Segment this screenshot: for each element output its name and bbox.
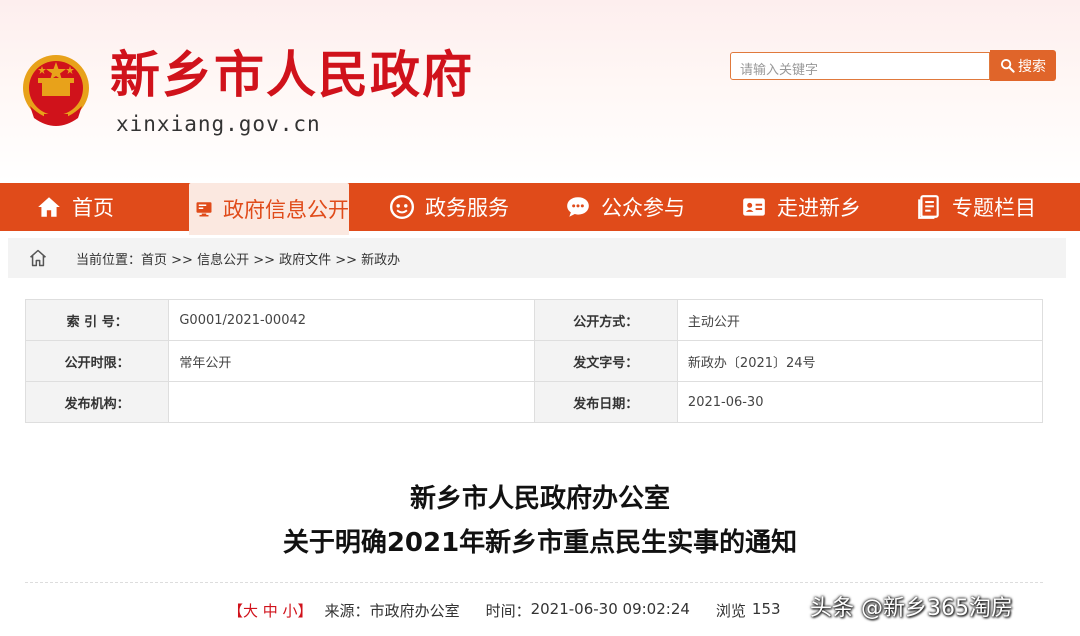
search-icon [1000,58,1015,73]
site-domain: xinxiang.gov.cn [116,112,321,136]
views-label: 浏览 [715,602,746,620]
nav-item-label: 政府信息公开 [223,198,349,222]
document-info-table: 索 引 号： G0001/2021-00042 公开方式： 主动公开 公开时限：… [24,299,1044,423]
home-icon [38,197,60,217]
chat-icon [567,197,589,217]
info-key: 发文字号： [533,340,678,382]
time-label: 时间： [485,602,531,620]
main-nav: 首页 政府信息公开 政务服务 公众参与 走进新乡 专题栏目 [0,183,1080,235]
watermark: 头条 @新乡365淘房 [810,596,1013,621]
info-key: 发布日期： [533,381,678,423]
breadcrumb-trail[interactable]: 首页 >> 信息公开 >> 政府文件 >> 新政办 [141,249,400,268]
source-value: 市政府办公室 [369,602,460,620]
info-value: G0001/2021-00042 [168,299,535,341]
breadcrumb-prefix: 当前位置： [76,252,142,268]
nav-item-gov-info[interactable]: 政府信息公开 [189,183,349,235]
info-value: 新政办〔2021〕24号 [676,340,1044,382]
info-key: 公开时限： [24,340,170,382]
nav-item-participation[interactable]: 公众参与 [565,183,685,231]
article-title-line2: 关于明确2021年新乡市重点民生实事的通知 [282,528,798,558]
divider [25,582,1043,583]
font-size-switch[interactable]: 【大 中 小】 [228,600,313,621]
info-value: 2021-06-30 [676,381,1044,423]
table-row: 发布机构： 发布日期： 2021-06-30 [24,381,1044,423]
site-header: 新乡市人民政府 xinxiang.gov.cn 请输入关键字 搜索 [0,0,1080,182]
info-value: 主动公开 [676,299,1044,341]
home-outline-icon[interactable] [28,248,48,268]
card-icon [743,198,765,216]
nav-item-topics[interactable]: 专题栏目 [916,183,1036,231]
table-row: 公开时限： 常年公开 发文字号： 新政办〔2021〕24号 [24,340,1044,382]
article-title-line1: 新乡市人民政府办公室 [409,484,670,514]
nav-item-services[interactable]: 政务服务 [389,183,509,231]
source-label: 来源： [324,602,370,620]
nav-item-about[interactable]: 走进新乡 [741,183,861,231]
info-value: 常年公开 [168,340,535,382]
document-icon [918,195,939,219]
national-emblem-icon [20,52,92,130]
info-key: 发布机构： [24,381,170,423]
nav-item-label: 走进新乡 [777,196,861,220]
views-count: 153 [751,600,781,618]
nav-item-label: 首页 [72,196,114,220]
nav-item-label: 政务服务 [425,196,509,220]
search-input[interactable]: 请输入关键字 [730,52,990,80]
nav-item-label: 专题栏目 [952,196,1036,220]
search-button[interactable]: 搜索 [990,50,1056,81]
search-button-label: 搜索 [1018,58,1046,75]
info-key: 公开方式： [533,299,678,341]
info-key: 索 引 号： [24,299,170,341]
service-icon [389,194,415,220]
article-meta: 【大 中 小】 来源： 市政府办公室 时间： 2021-06-30 09:02:… [228,600,781,621]
nav-item-home[interactable]: 首页 [36,183,114,231]
time-value: 2021-06-30 09:02:24 [530,600,690,618]
site-title[interactable]: 新乡市人民政府 [110,50,474,100]
table-row: 索 引 号： G0001/2021-00042 公开方式： 主动公开 [24,299,1044,341]
nav-item-label: 公众参与 [601,196,685,220]
breadcrumb: 当前位置： 首页 >> 信息公开 >> 政府文件 >> 新政办 [8,238,1066,278]
monitor-icon [196,202,212,217]
info-value [168,381,535,423]
